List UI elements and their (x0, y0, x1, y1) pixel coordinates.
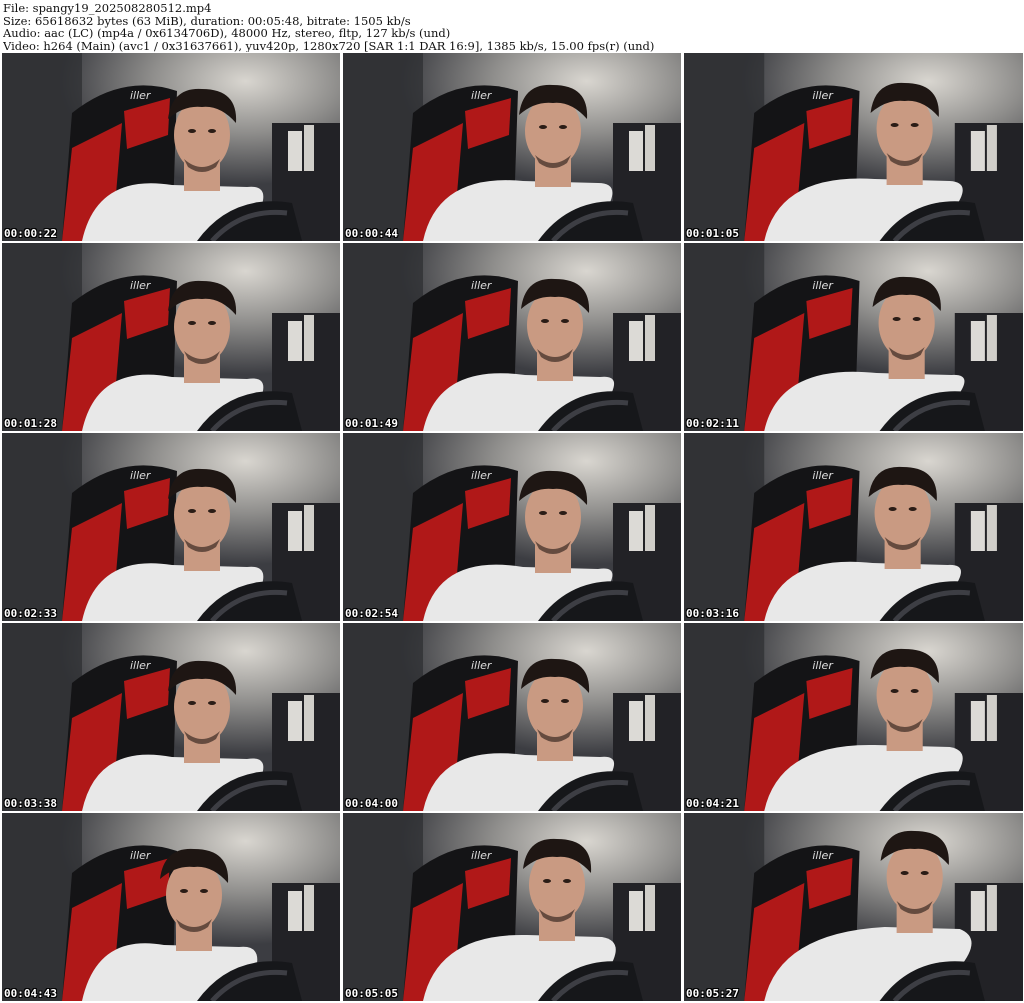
svg-text:iller: iller (812, 849, 834, 862)
audio-info-line: Audio: aac (LC) (mp4a / 0x6134706D), 480… (3, 26, 451, 41)
thumbnail-timestamp: 00:05:05 (345, 987, 398, 1000)
thumbnail-timestamp: 00:03:38 (4, 797, 57, 810)
thumbnail-timestamp: 00:05:27 (686, 987, 739, 1000)
video-info-line: Video: h264 (Main) (avc1 / 0x31637661), … (3, 38, 655, 53)
thumbnail-timestamp: 00:00:22 (4, 227, 57, 240)
thumbnail-timestamp: 00:02:54 (345, 607, 398, 620)
svg-text:iller: iller (471, 89, 493, 102)
thumbnail-timestamp: 00:01:05 (686, 227, 739, 240)
video-thumbnail: iller 00:01:05 (684, 53, 1023, 241)
file-info-header: File: spangy19_202508280512.mp4 Size: 65… (3, 2, 1021, 52)
thumbnail-timestamp: 00:02:33 (4, 607, 57, 620)
file-name-line: File: spangy19_202508280512.mp4 (3, 2, 212, 15)
video-thumbnail: iller 00:02:54 (343, 433, 681, 621)
video-thumbnail: iller 00:01:28 (2, 243, 340, 431)
video-thumbnail: iller 00:04:43 (2, 813, 340, 1001)
video-thumbnail: iller 00:03:38 (2, 623, 340, 811)
svg-text:iller: iller (812, 659, 834, 672)
svg-text:iller: iller (130, 849, 152, 862)
video-frame-scene: iller (343, 433, 681, 621)
video-frame-scene: iller (343, 623, 681, 811)
thumbnail-timestamp: 00:03:16 (686, 607, 739, 620)
video-thumbnail: iller 00:04:00 (343, 623, 681, 811)
thumbnail-timestamp: 00:01:28 (4, 417, 57, 430)
thumbnail-grid: iller 00:00:22 iller 00:00:44 iller 00:0… (2, 53, 1023, 1003)
video-frame-scene: iller (343, 53, 681, 241)
thumbnail-timestamp: 00:04:00 (345, 797, 398, 810)
svg-text:iller: iller (471, 279, 493, 292)
video-thumbnail: iller 00:00:22 (2, 53, 340, 241)
video-thumbnail: iller 00:05:27 (684, 813, 1023, 1001)
thumbnail-timestamp: 00:00:44 (345, 227, 398, 240)
svg-text:iller: iller (812, 279, 834, 292)
video-thumbnail: iller 00:01:49 (343, 243, 681, 431)
video-frame-scene: iller (2, 433, 340, 621)
video-frame-scene: iller (2, 813, 340, 1001)
video-thumbnail: iller 00:03:16 (684, 433, 1023, 621)
svg-text:iller: iller (471, 659, 493, 672)
video-thumbnail: iller 00:05:05 (343, 813, 681, 1001)
svg-text:iller: iller (130, 659, 152, 672)
svg-text:iller: iller (130, 469, 152, 482)
video-thumbnail: iller 00:02:11 (684, 243, 1023, 431)
svg-text:iller: iller (471, 469, 493, 482)
thumbnail-timestamp: 00:01:49 (345, 417, 398, 430)
video-frame-scene: iller (343, 243, 681, 431)
svg-text:iller: iller (130, 279, 152, 292)
video-frame-scene: iller (343, 813, 681, 1001)
svg-text:iller: iller (130, 89, 152, 102)
svg-text:iller: iller (812, 469, 834, 482)
svg-text:iller: iller (471, 849, 493, 862)
thumbnail-timestamp: 00:04:43 (4, 987, 57, 1000)
video-frame-scene: iller (684, 53, 1023, 241)
svg-text:iller: iller (812, 89, 834, 102)
video-frame-scene: iller (2, 623, 340, 811)
thumbnail-timestamp: 00:02:11 (686, 417, 739, 430)
video-frame-scene: iller (684, 433, 1023, 621)
video-frame-scene: iller (684, 243, 1023, 431)
video-frame-scene: iller (684, 813, 1023, 1001)
video-thumbnail: iller 00:00:44 (343, 53, 681, 241)
video-thumbnail: iller 00:02:33 (2, 433, 340, 621)
video-thumbnail: iller 00:04:21 (684, 623, 1023, 811)
video-frame-scene: iller (2, 53, 340, 241)
video-frame-scene: iller (2, 243, 340, 431)
video-frame-scene: iller (684, 623, 1023, 811)
thumbnail-timestamp: 00:04:21 (686, 797, 739, 810)
